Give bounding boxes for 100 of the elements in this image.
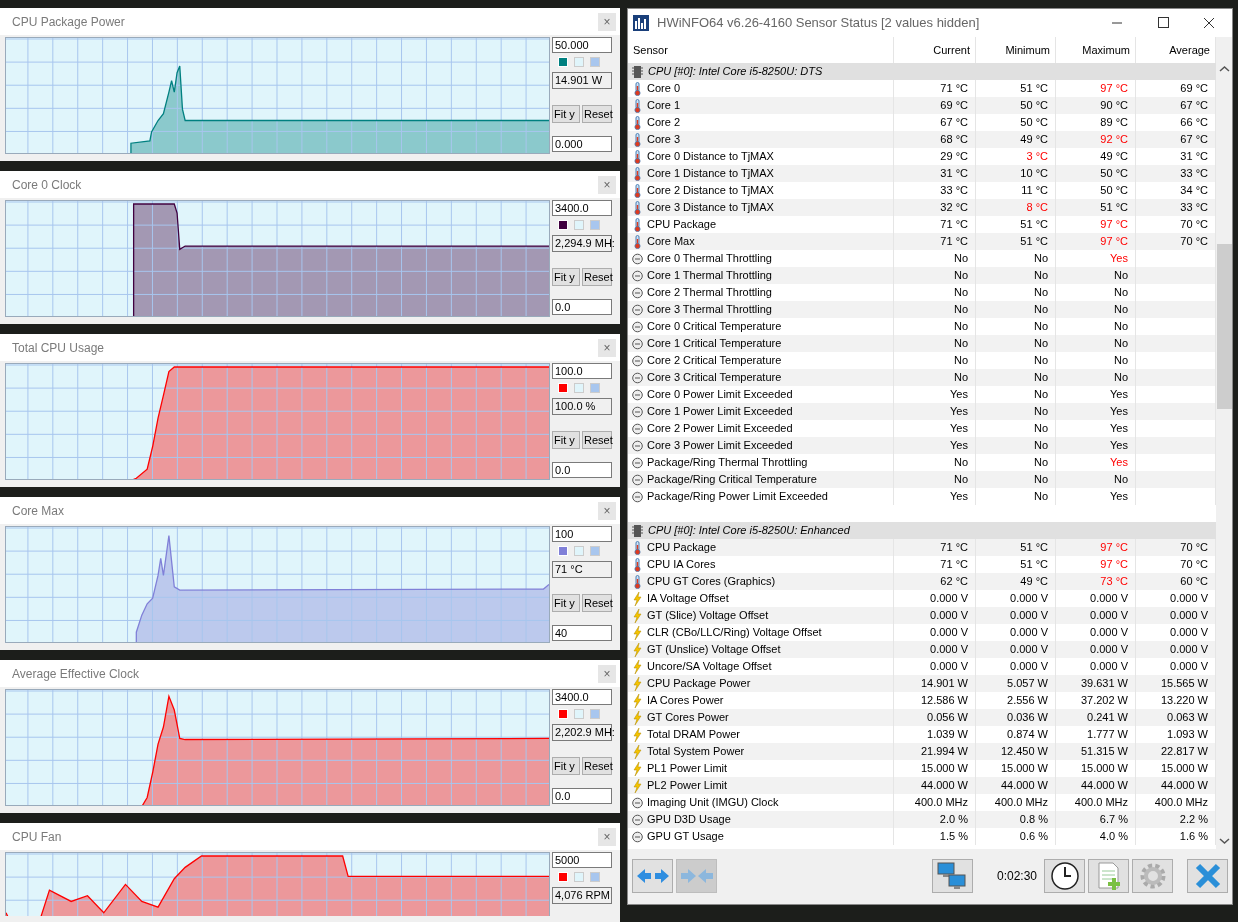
min-field[interactable]: 0.000 — [552, 136, 612, 152]
sensor-name: Core 0 Power Limit Exceeded — [647, 387, 793, 403]
sensor-name: Core 3 Power Limit Exceeded — [647, 438, 793, 454]
fit-y-button[interactable]: Fit y — [552, 757, 580, 775]
graph-close-button[interactable]: × — [598, 501, 616, 520]
sensor-name: Core 2 Critical Temperature — [647, 353, 782, 369]
thermometer-icon — [632, 149, 643, 164]
lightning-icon — [632, 591, 643, 606]
lightning-icon — [632, 693, 643, 708]
sensor-name: CLR (CBo/LLC/Ring) Voltage Offset — [647, 625, 822, 641]
graph-close-button[interactable]: × — [598, 338, 616, 357]
expand-button[interactable] — [632, 859, 673, 893]
settings-button[interactable] — [1132, 859, 1173, 893]
grid-color-swatch[interactable] — [590, 57, 600, 67]
scrollbar-thumb[interactable] — [1217, 244, 1232, 409]
max-field[interactable]: 50.000 — [552, 37, 612, 53]
max-field[interactable]: 3400.0 — [552, 689, 612, 705]
current-value: 2,202.9 MH: — [552, 724, 612, 741]
background-color-swatch[interactable] — [574, 220, 584, 230]
sensor-name: Core 3 Thermal Throttling — [647, 302, 772, 318]
graph-close-button[interactable]: × — [598, 827, 616, 846]
fit-y-button[interactable]: Fit y — [552, 594, 580, 612]
grid-color-swatch[interactable] — [590, 220, 600, 230]
grid-color-swatch[interactable] — [590, 872, 600, 882]
line-color-swatch[interactable] — [558, 57, 568, 67]
graph-close-button[interactable]: × — [598, 664, 616, 683]
scrollbar[interactable] — [1216, 37, 1232, 849]
reset-button[interactable]: Reset — [582, 431, 612, 449]
background-color-swatch[interactable] — [574, 872, 584, 882]
sensor-name: Core 1 Critical Temperature — [647, 336, 782, 352]
background-color-swatch[interactable] — [574, 709, 584, 719]
thermometer-icon — [632, 166, 643, 181]
lightning-icon — [632, 710, 643, 725]
gauge-icon — [632, 489, 643, 504]
background-color-swatch[interactable] — [574, 57, 584, 67]
min-field[interactable]: 0.0 — [552, 788, 612, 804]
line-color-swatch[interactable] — [558, 220, 568, 230]
background-color-swatch[interactable] — [574, 546, 584, 556]
sensor-name: CPU IA Cores — [647, 557, 716, 573]
sensor-name: Core 0 Thermal Throttling — [647, 251, 772, 267]
chip-icon — [632, 523, 643, 538]
max-field[interactable]: 3400.0 — [552, 200, 612, 216]
line-color-swatch[interactable] — [558, 709, 568, 719]
chip-icon — [632, 64, 643, 79]
sensor-name: Core 3 — [647, 132, 681, 148]
computers-icon — [936, 861, 969, 891]
table-cell: Yes — [894, 488, 976, 505]
reset-button[interactable]: Reset — [582, 594, 612, 612]
collapse-button[interactable] — [676, 859, 717, 893]
network-button[interactable] — [931, 859, 973, 893]
gauge-icon — [632, 455, 643, 470]
sensor-name: IA Cores Power — [647, 693, 724, 709]
max-field[interactable]: 100.0 — [552, 363, 612, 379]
graph-close-button[interactable]: × — [598, 12, 616, 31]
sensor-name: Core 1 — [647, 98, 681, 114]
background-color-swatch[interactable] — [574, 383, 584, 393]
graph-close-button[interactable]: × — [598, 175, 616, 194]
current-value: 4,076 RPM — [552, 887, 612, 904]
grid-color-swatch[interactable] — [590, 546, 600, 556]
reset-button[interactable]: Reset — [582, 268, 612, 286]
sensor-name: Package/Ring Thermal Throttling — [647, 455, 808, 471]
graph-title: Total CPU Usage — [12, 339, 105, 357]
sensor-name: CPU Package — [647, 217, 717, 233]
thermometer-icon — [632, 115, 643, 130]
max-field[interactable]: 100 — [552, 526, 612, 542]
max-field[interactable]: 5000 — [552, 852, 612, 868]
collapse-arrows-icon — [679, 866, 714, 886]
thermometer-icon — [632, 81, 643, 96]
current-value: 14.901 W — [552, 72, 612, 89]
sensor-name: Core 2 — [647, 115, 681, 131]
min-field[interactable]: 0.0 — [552, 299, 612, 315]
sensor-name: Core 1 Distance to TjMAX — [647, 166, 774, 182]
sensor-name: PL2 Power Limit — [647, 778, 728, 794]
lightning-icon — [632, 778, 643, 793]
gauge-icon — [632, 795, 643, 810]
fit-y-button[interactable]: Fit y — [552, 105, 580, 123]
close-button[interactable] — [1187, 859, 1228, 893]
grid-color-swatch[interactable] — [590, 709, 600, 719]
line-color-swatch[interactable] — [558, 872, 568, 882]
sensor-name: PL1 Power Limit — [647, 761, 728, 777]
min-field[interactable]: 0.0 — [552, 462, 612, 478]
sensor-name: GT Cores Power — [647, 710, 729, 726]
grid-color-swatch[interactable] — [590, 383, 600, 393]
clock-button[interactable] — [1044, 859, 1085, 893]
sensor-name: Core 2 Thermal Throttling — [647, 285, 772, 301]
lightning-icon — [632, 625, 643, 640]
lightning-icon — [632, 744, 643, 759]
line-color-swatch[interactable] — [558, 546, 568, 556]
thermometer-icon — [632, 183, 643, 198]
sensor-name: Core 1 Thermal Throttling — [647, 268, 772, 284]
sensor-name: Core Max — [647, 234, 695, 250]
reset-button[interactable]: Reset — [582, 105, 612, 123]
fit-y-button[interactable]: Fit y — [552, 268, 580, 286]
min-field[interactable]: 40 — [552, 625, 612, 641]
thermometer-icon — [632, 98, 643, 113]
line-color-swatch[interactable] — [558, 383, 568, 393]
reset-button[interactable]: Reset — [582, 757, 612, 775]
fit-y-button[interactable]: Fit y — [552, 431, 580, 449]
table-cell: No — [976, 488, 1056, 505]
current-value: 100.0 % — [552, 398, 612, 415]
